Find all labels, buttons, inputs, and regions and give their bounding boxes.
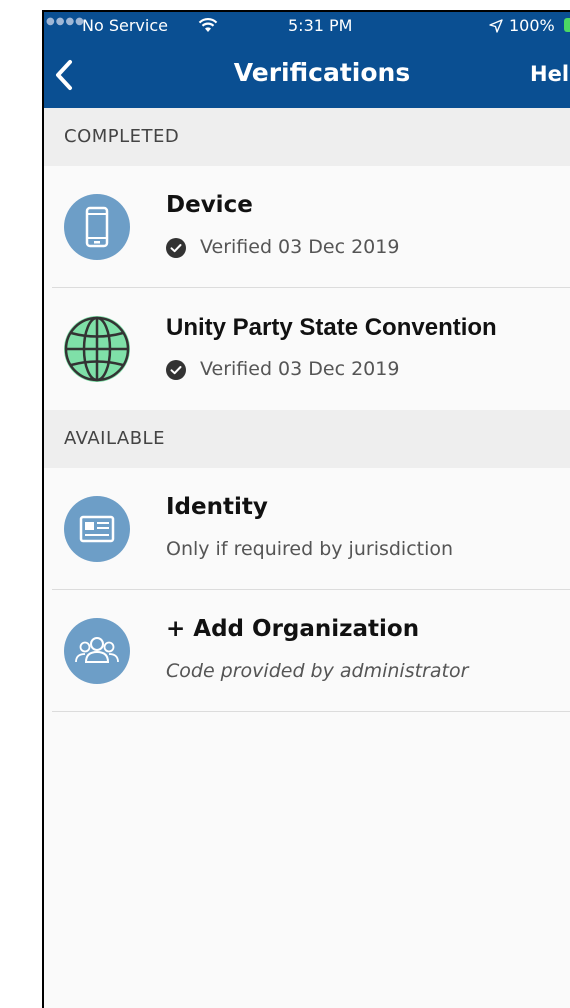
carrier-label: No Service [82,16,168,35]
row-title: + Add Organization [166,616,420,642]
row-subtitle: Only if required by jurisdiction [166,538,454,560]
row-subtitle: Code provided by administrator [166,660,469,682]
page-title: Verifications [233,58,411,87]
row-title: Unity Party State Convention [166,314,497,341]
wifi-icon [198,18,218,32]
help-button[interactable]: Help [530,62,570,86]
group-icon [64,618,130,684]
checkmark-circle-icon [166,360,186,380]
section-header-completed: COMPLETED [44,108,570,166]
app-frame: ●●●● No Service 5:31 PM 100% Verificatio… [0,0,570,1008]
battery-icon [564,18,570,32]
section-label: AVAILABLE [64,428,165,449]
checkmark-circle-icon [166,238,186,258]
verification-row-identity[interactable]: Identity Only if required by jurisdictio… [44,468,570,590]
section-label: COMPLETED [64,126,180,147]
row-title: Device [166,192,253,218]
row-status: Verified 03 Dec 2019 [200,358,400,380]
frame-border-top [42,10,570,12]
mobile-phone-icon [64,194,130,260]
status-bar: ●●●● No Service 5:31 PM 100% [44,12,570,42]
battery-percent: 100% [509,16,555,35]
row-title: Identity [166,494,268,520]
row-divider [52,711,570,712]
id-card-icon [64,496,130,562]
section-header-available: AVAILABLE [44,410,570,468]
verification-row-organization[interactable]: Unity Party State Convention Verified 03… [44,288,570,410]
signal-dots-icon: ●●●● [46,16,85,27]
navigation-bar: Verifications Help [44,42,570,108]
clock: 5:31 PM [288,16,353,35]
verification-row-device[interactable]: Device Verified 03 Dec 2019 [44,166,570,288]
globe-icon [64,316,130,382]
frame-border-left [42,10,44,1008]
add-organization-row[interactable]: + Add Organization Code provided by admi… [44,590,570,712]
phone-screen: ●●●● No Service 5:31 PM 100% Verificatio… [44,12,570,1008]
row-status: Verified 03 Dec 2019 [200,236,400,258]
location-arrow-icon [489,19,503,33]
